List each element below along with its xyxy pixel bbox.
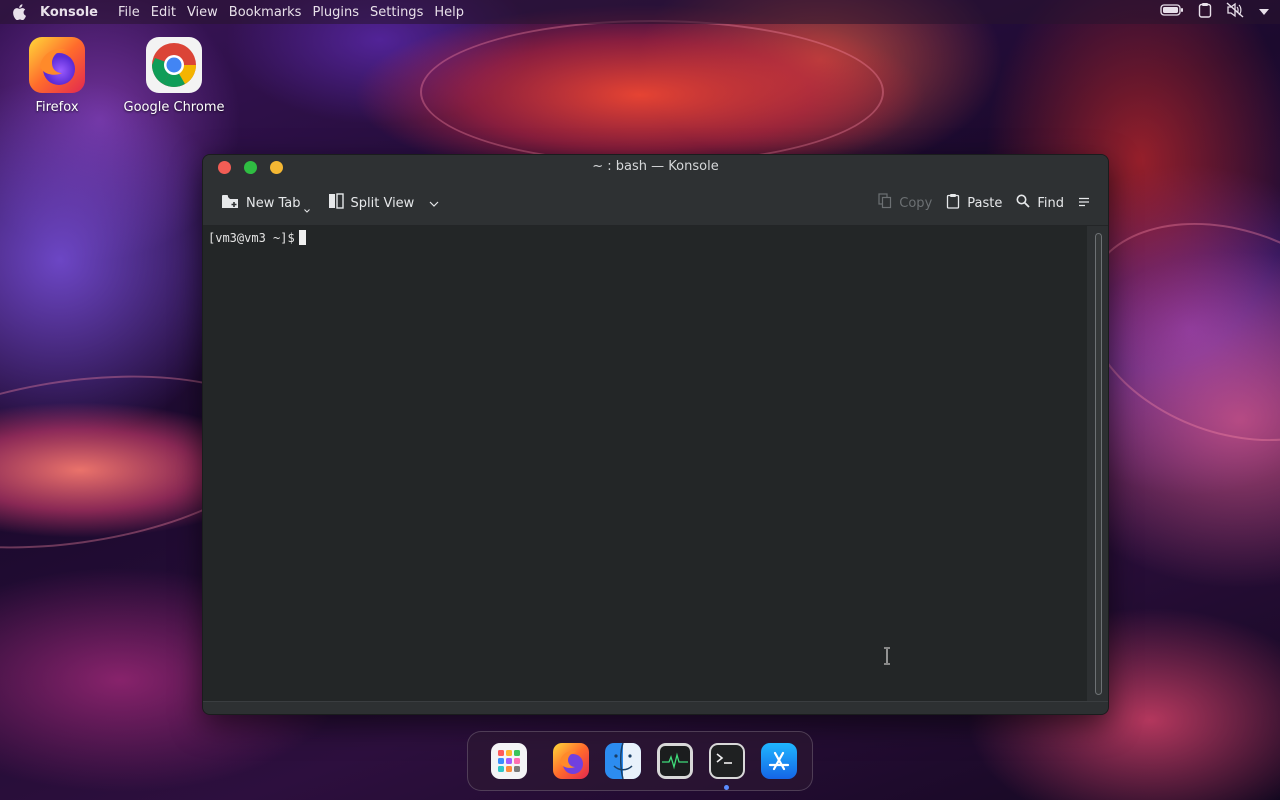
chevron-down-icon[interactable] xyxy=(303,202,310,217)
scrollbar[interactable] xyxy=(1094,233,1103,695)
copy-button[interactable]: Copy xyxy=(872,188,938,218)
apple-menu-icon[interactable] xyxy=(10,3,28,21)
paste-icon xyxy=(946,193,960,213)
menu-file[interactable]: File xyxy=(118,5,140,20)
split-view-label: Split View xyxy=(350,195,415,211)
window-bottom-bar xyxy=(203,701,1108,714)
scrollbar-thumb[interactable] xyxy=(1095,233,1102,695)
clipboard-icon[interactable] xyxy=(1198,2,1212,22)
desktop-icon-label: Google Chrome xyxy=(123,100,225,115)
system-tray xyxy=(1160,0,1270,24)
activity-monitor-icon[interactable] xyxy=(656,742,694,780)
app-launcher-icon[interactable] xyxy=(490,742,528,780)
dock xyxy=(467,731,813,791)
paste-button[interactable]: Paste xyxy=(940,188,1008,218)
ibeam-cursor-icon xyxy=(883,647,891,668)
app-store-icon[interactable] xyxy=(760,742,798,780)
paste-label: Paste xyxy=(967,195,1003,211)
toolbar: New Tab Split View Copy Paste Find xyxy=(203,181,1108,226)
menu-settings[interactable]: Settings xyxy=(370,5,423,20)
wallpaper-petal xyxy=(420,20,884,164)
window-titlebar[interactable]: ~ : bash — Konsole xyxy=(203,155,1108,181)
volume-muted-icon[interactable] xyxy=(1226,2,1244,22)
terminal-prompt-line: [vm3@vm3 ~]$ xyxy=(208,230,306,245)
desktop-icon-label: Firefox xyxy=(35,100,79,115)
copy-label: Copy xyxy=(899,195,933,211)
menu-plugins[interactable]: Plugins xyxy=(312,5,359,20)
active-app-name[interactable]: Konsole xyxy=(40,5,98,20)
find-button[interactable]: Find xyxy=(1010,188,1070,218)
finder-icon[interactable] xyxy=(604,742,642,780)
firefox-icon xyxy=(28,36,86,94)
chevron-down-icon[interactable] xyxy=(429,196,439,211)
chrome-icon xyxy=(145,36,203,94)
search-icon xyxy=(1016,194,1030,212)
new-tab-button[interactable]: New Tab xyxy=(215,188,316,218)
find-label: Find xyxy=(1037,195,1064,211)
running-indicator xyxy=(724,785,729,790)
split-view-icon xyxy=(328,193,344,213)
split-view-button[interactable]: Split View xyxy=(322,188,446,218)
hamburger-menu-icon xyxy=(1078,196,1090,211)
firefox-icon[interactable] xyxy=(552,742,590,780)
chevron-down-icon[interactable] xyxy=(1258,5,1270,20)
konsole-window: ~ : bash — Konsole New Tab Split View Co… xyxy=(202,154,1109,715)
menu-help[interactable]: Help xyxy=(434,5,464,20)
copy-icon xyxy=(878,193,892,213)
new-tab-icon xyxy=(221,193,239,213)
top-menu-bar: Konsole File Edit View Bookmarks Plugins… xyxy=(0,0,1280,24)
new-tab-label: New Tab xyxy=(246,195,301,211)
terminal-icon[interactable] xyxy=(708,742,746,790)
desktop-icon-chrome[interactable]: Google Chrome xyxy=(119,36,229,115)
menu-edit[interactable]: Edit xyxy=(151,5,176,20)
menu-bookmarks[interactable]: Bookmarks xyxy=(229,5,302,20)
hamburger-menu-button[interactable] xyxy=(1072,188,1096,218)
desktop-icon-firefox[interactable]: Firefox xyxy=(2,36,112,115)
shell-prompt: [vm3@vm3 ~]$ xyxy=(208,230,295,245)
text-cursor xyxy=(298,230,306,245)
terminal-area[interactable]: [vm3@vm3 ~]$ xyxy=(203,226,1087,701)
menu-view[interactable]: View xyxy=(187,5,218,20)
window-title: ~ : bash — Konsole xyxy=(592,159,719,174)
battery-icon[interactable] xyxy=(1160,4,1184,20)
